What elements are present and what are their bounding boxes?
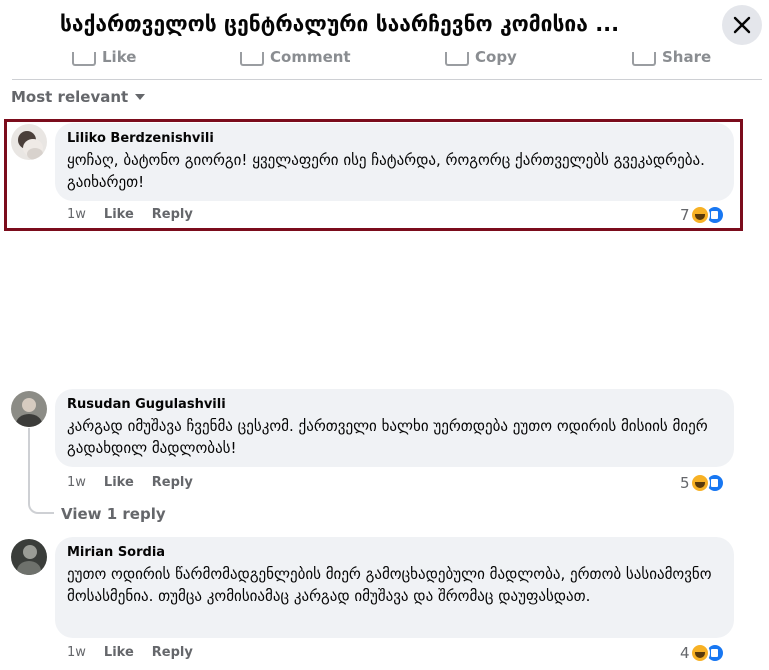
sort-dropdown[interactable]: Most relevant (11, 88, 146, 106)
comment-meta: 1w Like Reply (67, 207, 211, 222)
comment-meta: 1w Like Reply (67, 475, 211, 490)
reaction-count: 4 (680, 644, 690, 662)
comment-author[interactable]: Rusudan Gugulashvili (67, 397, 722, 413)
copy-action-button[interactable]: Copy (445, 50, 517, 66)
comment-reactions[interactable]: 7 (680, 205, 725, 225)
share-icon (632, 52, 656, 66)
haha-reaction-icon (689, 643, 710, 663)
thread-line (28, 428, 30, 498)
avatar[interactable] (11, 391, 47, 427)
comment-icon (240, 52, 264, 66)
comment-reply-button[interactable]: Reply (152, 207, 193, 222)
comment-bubble: Mirian Sordia ეუთო ოდირის წარმომადგენლებ… (55, 537, 734, 638)
dialog-header: საქართველოს ცენტრალური საარჩევნო კომისია… (0, 0, 769, 50)
thumbs-up-icon (72, 52, 96, 66)
like-action-button[interactable]: Like (72, 50, 136, 66)
comment-author[interactable]: Mirian Sordia (67, 545, 722, 561)
comment-action-label: Comment (270, 50, 351, 66)
avatar[interactable] (11, 539, 47, 575)
comment-time[interactable]: 1w (67, 475, 86, 490)
share-action-button[interactable]: Share (632, 50, 711, 66)
close-button[interactable] (722, 5, 762, 45)
reaction-count: 7 (680, 206, 690, 224)
comment-action-button[interactable]: Comment (240, 50, 351, 66)
haha-reaction-icon (689, 205, 710, 225)
copy-action-label: Copy (475, 50, 517, 66)
haha-reaction-icon (689, 473, 710, 493)
comment-reactions[interactable]: 5 (680, 473, 725, 493)
copy-icon (445, 52, 469, 66)
comment-reactions[interactable]: 4 (680, 643, 725, 663)
comment-reply-button[interactable]: Reply (152, 475, 193, 490)
comment-bubble: Liliko Berdzenishvili ყოჩაღ, ბატონო გიორ… (55, 123, 734, 201)
comment-like-button[interactable]: Like (104, 475, 134, 490)
caret-down-icon (135, 94, 146, 100)
comment-text: ყოჩაღ, ბატონო გიორგი! ყველაფერი ისე ჩატა… (67, 151, 705, 191)
avatar-icon (11, 539, 47, 575)
comment-text: კარგად იმუშავა ჩვენმა ცესკომ. ქართველი ხ… (67, 417, 708, 457)
post-action-bar: Like Comment Copy Share (12, 50, 762, 80)
avatar-icon (11, 124, 47, 160)
view-replies-link[interactable]: View 1 reply (61, 505, 166, 523)
sort-label: Most relevant (11, 88, 129, 106)
reaction-count: 5 (680, 474, 690, 492)
comment-reply-button[interactable]: Reply (152, 645, 193, 660)
like-action-label: Like (102, 50, 137, 66)
comment-meta: 1w Like Reply (67, 645, 211, 660)
avatar-icon (11, 391, 47, 427)
comment-time[interactable]: 1w (67, 207, 86, 222)
comment-bubble: Rusudan Gugulashvili კარგად იმუშავა ჩვენ… (55, 389, 734, 467)
comment-time[interactable]: 1w (67, 645, 86, 660)
comment-author[interactable]: Liliko Berdzenishvili (67, 131, 722, 147)
comment-like-button[interactable]: Like (104, 645, 134, 660)
comment-text: ეუთო ოდირის წარმომადგენლების მიერ გამოცხ… (67, 565, 712, 605)
avatar[interactable] (11, 124, 47, 160)
dialog-title: საქართველოს ცენტრალური საარჩევნო კომისია… (60, 12, 620, 36)
comment-like-button[interactable]: Like (104, 207, 134, 222)
close-icon (733, 16, 751, 34)
share-action-label: Share (662, 50, 712, 66)
thread-connector (28, 498, 54, 514)
